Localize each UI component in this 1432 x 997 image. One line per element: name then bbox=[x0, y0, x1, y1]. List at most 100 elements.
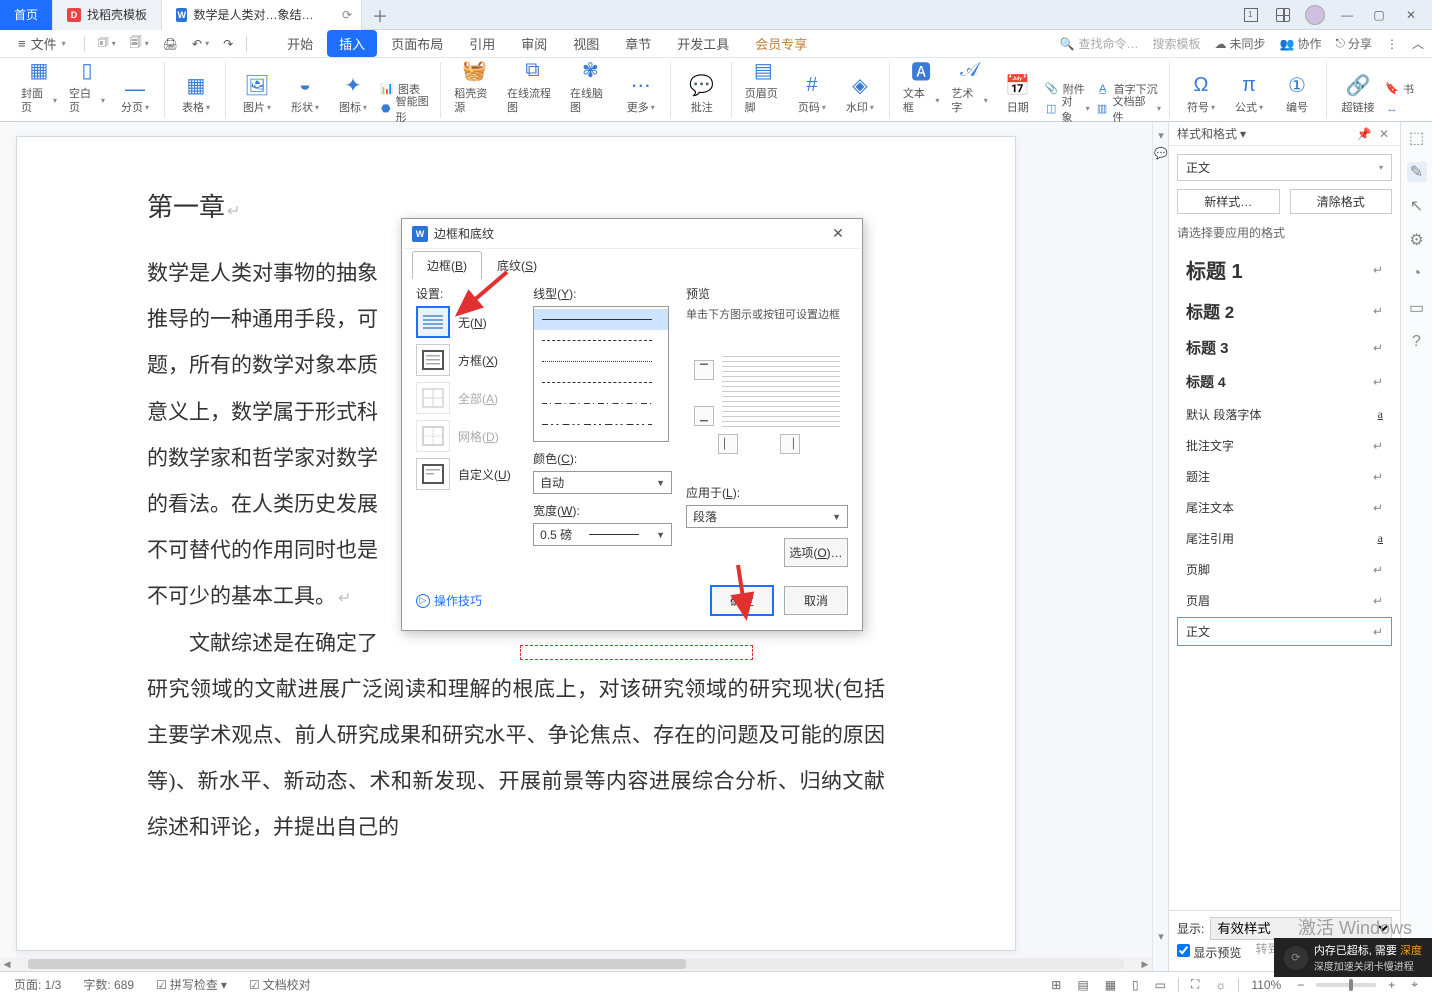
view-mode-page[interactable]: ▤ bbox=[1073, 976, 1092, 994]
new-style-button[interactable]: 新样式… bbox=[1177, 189, 1280, 214]
zoom-out-button[interactable]: − bbox=[1293, 976, 1308, 994]
add-tab-button[interactable]: ＋ bbox=[362, 3, 398, 27]
command-search[interactable]: 🔍 查找命令… bbox=[1060, 35, 1139, 52]
tips-link[interactable]: ▷操作技巧 bbox=[416, 592, 482, 609]
ribbon-tab-chapter[interactable]: 章节 bbox=[613, 30, 663, 57]
avatar-button[interactable] bbox=[1302, 2, 1328, 28]
blank-page-button[interactable]: ▯空白页▾ bbox=[66, 55, 108, 118]
icon-gallery-button[interactable]: ✦图标▾ bbox=[332, 69, 374, 117]
hyperlink-button[interactable]: 🔗超链接 bbox=[1337, 69, 1379, 117]
textbox-button[interactable]: 🅰文本框▾ bbox=[900, 55, 942, 118]
view-mode-outline[interactable]: ▯ bbox=[1128, 976, 1143, 994]
setting-none-button[interactable] bbox=[416, 306, 450, 338]
docer-resource-button[interactable]: 🧺稻壳资源 bbox=[451, 55, 498, 118]
ribbon-tab-insert[interactable]: 插入 bbox=[327, 30, 377, 57]
show-preview-checkbox[interactable]: 显示预览 bbox=[1177, 944, 1241, 961]
headerfooter-button[interactable]: ▤页眉页脚 bbox=[742, 55, 785, 118]
style-list-item[interactable]: 标题 2↵ bbox=[1177, 292, 1392, 329]
smartart-button[interactable]: ⬣智能图形 bbox=[380, 100, 432, 118]
ribbon-more-button[interactable]: ⋮ bbox=[1386, 37, 1398, 51]
docparts-button[interactable]: ▥文档部件▾ bbox=[1096, 100, 1161, 118]
image-button[interactable]: 🖼图片▾ bbox=[236, 69, 278, 117]
ribbon-tab-devtools[interactable]: 开发工具 bbox=[665, 30, 741, 57]
zoom-in-button[interactable]: + bbox=[1384, 976, 1399, 994]
dialog-titlebar[interactable]: W 边框和底纹 ✕ bbox=[402, 219, 862, 249]
more-insert-button[interactable]: ⋯更多▾ bbox=[620, 69, 662, 117]
window-close-button[interactable]: ✕ bbox=[1398, 2, 1424, 28]
cancel-button[interactable]: 取消 bbox=[784, 586, 848, 615]
view-settings[interactable]: ☼ bbox=[1211, 976, 1230, 994]
qat-preview[interactable]: 🖨 bbox=[158, 33, 183, 55]
gutter-comment-icon[interactable]: 💬 bbox=[1154, 146, 1168, 160]
window-restore-button[interactable]: ▢ bbox=[1366, 2, 1392, 28]
setting-grid-button[interactable] bbox=[416, 420, 450, 452]
system-optimizer-banner[interactable]: ⟳ 内存已超标, 需要 深度 深度加速关闭卡慢进程 bbox=[1274, 938, 1432, 977]
dialog-tab-shading[interactable]: 底纹(S) bbox=[482, 251, 552, 279]
linetype-option[interactable] bbox=[534, 309, 668, 330]
linetype-option[interactable] bbox=[534, 393, 668, 414]
word-count[interactable]: 字数: 689 bbox=[79, 974, 138, 995]
dialog-tab-border[interactable]: 边框(B) bbox=[412, 251, 482, 279]
template-search[interactable]: 搜索模板 bbox=[1152, 35, 1200, 52]
style-list-item[interactable]: 正文↵ bbox=[1177, 617, 1392, 646]
close-tab-icon[interactable] bbox=[323, 7, 339, 23]
ribbon-tab-view[interactable]: 视图 bbox=[561, 30, 611, 57]
view-mode-grid[interactable]: ⊞ bbox=[1047, 976, 1065, 994]
qat-undo[interactable]: ↶▾ bbox=[187, 33, 214, 55]
zoom-fit-button[interactable]: ⌖ bbox=[1407, 975, 1422, 994]
bookmark-button[interactable]: 🔖书 bbox=[1385, 80, 1414, 98]
gutter-bottom-icon[interactable]: ▾ bbox=[1154, 929, 1168, 943]
hscroll-right[interactable]: ▶ bbox=[1138, 957, 1152, 971]
pane-slides-icon[interactable]: ▭ bbox=[1407, 298, 1427, 318]
preview-bottom-border-button[interactable]: ▁ bbox=[694, 406, 714, 426]
style-list-item[interactable]: 标题 4↵ bbox=[1177, 366, 1392, 398]
color-combo[interactable]: 自动▼ bbox=[533, 471, 672, 494]
linetype-option[interactable] bbox=[534, 372, 668, 393]
collaborate-button[interactable]: 👥 协作 bbox=[1280, 35, 1322, 52]
pane-clock-icon[interactable]: ◔ bbox=[1407, 264, 1427, 284]
comment-button[interactable]: 💬批注 bbox=[681, 69, 723, 117]
equation-button[interactable]: π公式▾ bbox=[1228, 69, 1270, 117]
style-list-item[interactable]: 题注↵ bbox=[1177, 462, 1392, 491]
numbering-button[interactable]: ①编号 bbox=[1276, 69, 1318, 117]
styles-pane-close-button[interactable]: ✕ bbox=[1376, 126, 1392, 142]
linetype-listbox[interactable] bbox=[533, 306, 669, 442]
sync-status-button[interactable]: ☁ 未同步 bbox=[1214, 35, 1265, 52]
style-list-item[interactable]: 批注文字↵ bbox=[1177, 431, 1392, 460]
zoom-slider[interactable] bbox=[1316, 983, 1376, 987]
pagenum-button[interactable]: #页码▾ bbox=[791, 69, 833, 117]
table-button[interactable]: ▦表格▾ bbox=[175, 69, 217, 117]
flowchart-button[interactable]: ⧉在线流程图 bbox=[504, 55, 561, 118]
app-tab-document[interactable]: W 数学是人类对…象结构与模式 ⟳ bbox=[162, 0, 362, 30]
width-combo[interactable]: 0.5 磅▼ bbox=[533, 523, 672, 546]
ribbon-tab-member[interactable]: 会员专享 bbox=[743, 30, 819, 57]
cover-page-button[interactable]: ▦封面页▾ bbox=[18, 55, 60, 118]
view-mode-web[interactable]: ▦ bbox=[1101, 976, 1120, 994]
pane-settings-icon[interactable]: ⚙ bbox=[1407, 230, 1427, 250]
date-button[interactable]: 📅日期 bbox=[997, 69, 1039, 117]
doc-proof-button[interactable]: ☑ 文档校对 bbox=[245, 974, 315, 995]
view-fullscreen[interactable]: ⛶ bbox=[1187, 975, 1203, 994]
setting-custom-button[interactable] bbox=[416, 458, 450, 490]
linetype-option[interactable] bbox=[534, 330, 668, 351]
shape-button[interactable]: ◒形状▾ bbox=[284, 69, 326, 117]
style-list-item[interactable]: 页脚↵ bbox=[1177, 555, 1392, 584]
style-list-item[interactable]: 页眉↵ bbox=[1177, 586, 1392, 615]
current-style-display[interactable]: 正文▾ bbox=[1177, 154, 1392, 181]
style-list-item[interactable]: 尾注文本↵ bbox=[1177, 493, 1392, 522]
symbol-button[interactable]: Ω符号▾ bbox=[1180, 69, 1222, 117]
window-minimize-button[interactable]: — bbox=[1334, 2, 1360, 28]
hscroll-left[interactable]: ◀ bbox=[0, 957, 14, 971]
qat-print[interactable]: 🗐▾ bbox=[125, 33, 154, 55]
file-menu-button[interactable]: ≡ 文件 ▾ bbox=[8, 33, 76, 55]
style-list-item[interactable]: 标题 3↵ bbox=[1177, 331, 1392, 364]
preview-right-border-button[interactable]: ▕ bbox=[780, 434, 800, 454]
ribbon-tab-review[interactable]: 审阅 bbox=[509, 30, 559, 57]
watermark-button[interactable]: ◈水印▾ bbox=[839, 69, 881, 117]
preview-top-border-button[interactable]: ▔ bbox=[694, 360, 714, 380]
pane-help-icon[interactable]: ? bbox=[1407, 332, 1427, 352]
clear-format-button[interactable]: 清除格式 bbox=[1290, 189, 1393, 214]
grid-icon[interactable] bbox=[1270, 2, 1296, 28]
styles-pane-pin-button[interactable]: 📌 bbox=[1356, 126, 1372, 142]
options-button[interactable]: 选项(O)… bbox=[784, 538, 848, 567]
